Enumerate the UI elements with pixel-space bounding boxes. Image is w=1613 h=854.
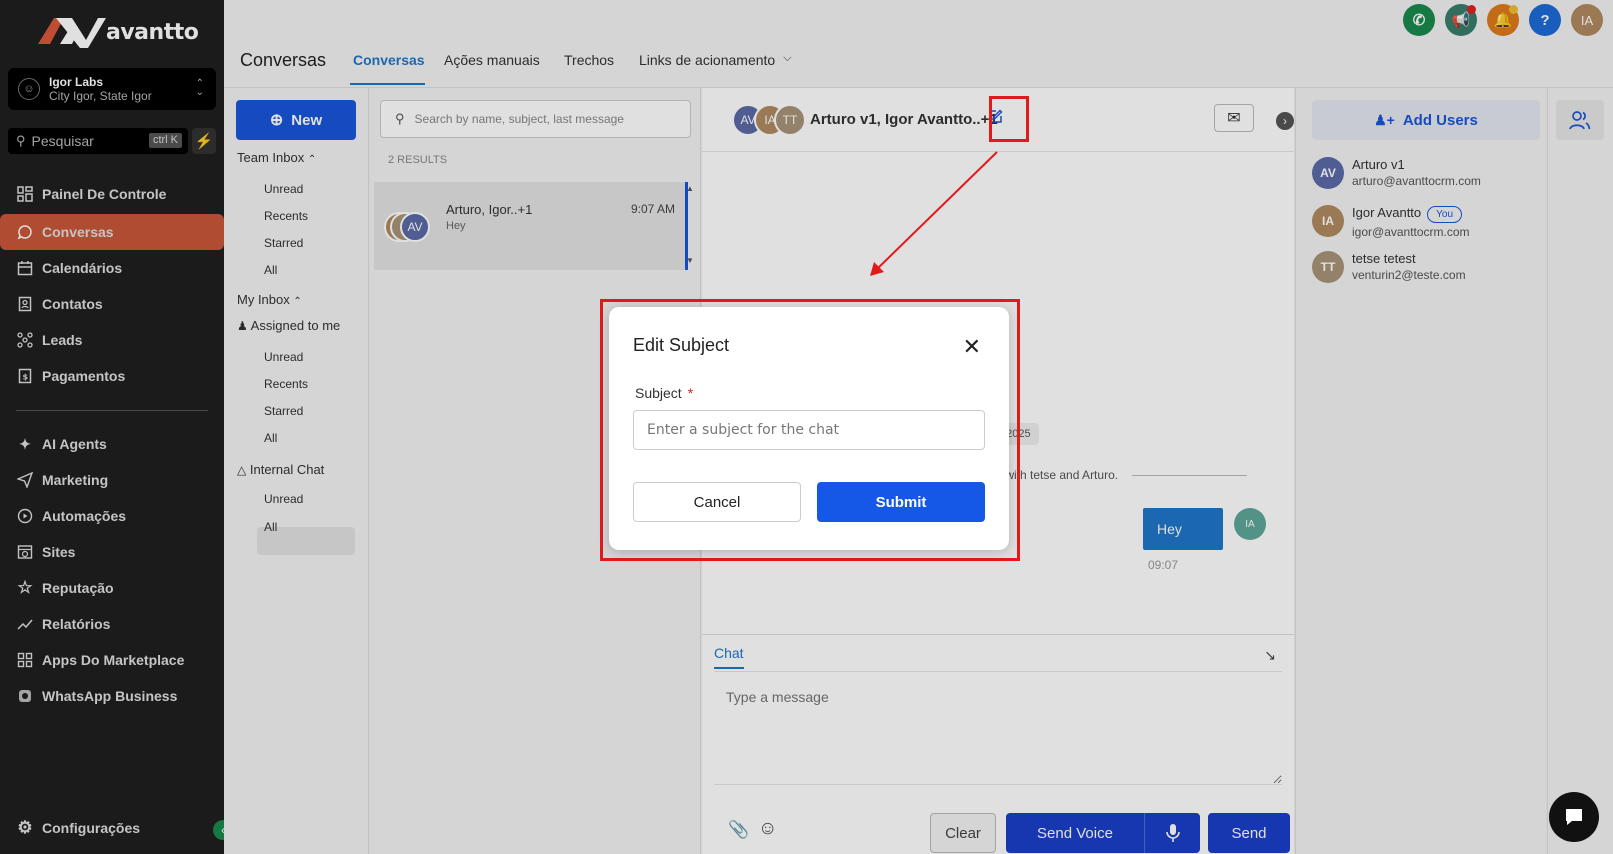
modal-title: Edit Subject	[633, 335, 730, 355]
highlight-box-edit-icon	[989, 96, 1029, 142]
required-mark: *	[687, 385, 694, 401]
subject-label-text: Subject	[635, 385, 682, 401]
cancel-button[interactable]: Cancel	[633, 482, 801, 522]
subject-input[interactable]	[633, 410, 985, 450]
chat-bubble-icon	[1566, 809, 1582, 825]
subject-label: Subject *	[635, 385, 693, 401]
edit-subject-modal: Edit Subject ✕ Subject * Cancel Submit	[609, 307, 1009, 550]
submit-button[interactable]: Submit	[817, 482, 985, 522]
close-icon[interactable]: ✕	[963, 336, 981, 358]
support-chat-button[interactable]	[1549, 792, 1599, 842]
